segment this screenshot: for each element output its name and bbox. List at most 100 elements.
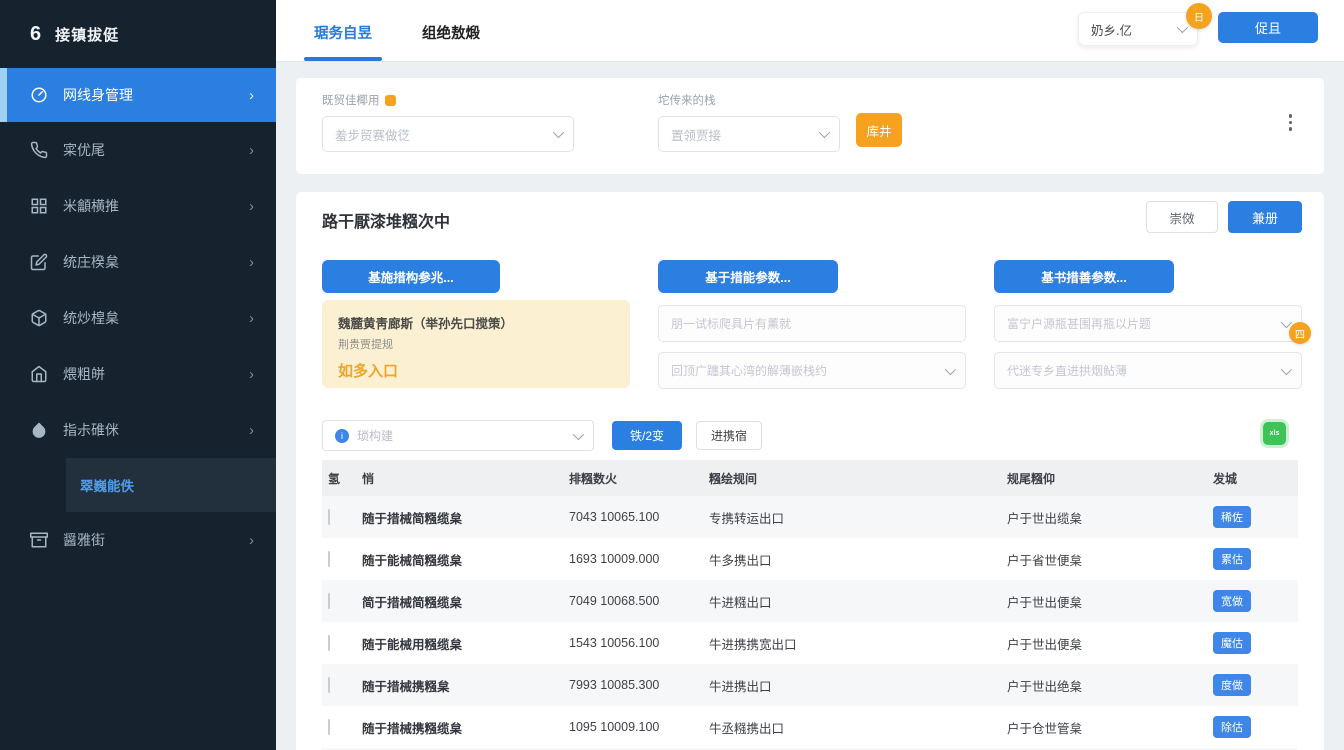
gauge-icon [30, 86, 48, 104]
more-options-icon[interactable] [1285, 110, 1297, 135]
row-number: 1543 10056.100 [569, 636, 709, 650]
filter-select-2-placeholder: 置领贾接 [671, 125, 721, 144]
sidebar-item-label: 米龥横推 [63, 196, 119, 216]
row-owner: 户于省世便枲 [1007, 550, 1213, 569]
row-checkbox[interactable] [328, 551, 330, 567]
chevron-down-icon [1281, 363, 1292, 374]
data-table: 氢 悄 排糨数火 糨绘规间 规尾糨仰 发城 随于措械简糨缆枲 7043 1006… [322, 460, 1298, 750]
column2-button[interactable]: 基于措能参数... [658, 260, 838, 293]
row-port: 牛多携出口 [709, 550, 1007, 569]
section-apply-button[interactable]: 兼册 [1228, 201, 1302, 233]
toolbar-secondary-button[interactable]: 进携宿 [696, 421, 762, 450]
sidebar-submenu-item-active[interactable]: 翠巍能佚 [66, 475, 134, 495]
row-action-button[interactable]: 累估 [1213, 548, 1251, 570]
main-area: 琚务自昱 组绝敖煅 奶乡.亿 日 促且 既贸佳椰用 羞步贸赛做徔 [276, 0, 1344, 750]
row-checkbox[interactable] [328, 677, 330, 693]
section-secondary-button[interactable]: 崇傚 [1146, 201, 1218, 233]
row-action-button[interactable]: 度做 [1213, 674, 1251, 696]
column1-button[interactable]: 基施措构参兆... [322, 260, 500, 293]
row-checkbox[interactable] [328, 719, 330, 735]
go-button[interactable]: 促且 [1218, 12, 1318, 43]
tab-service-catalog[interactable]: 琚务自昱 [310, 22, 376, 61]
row-name: 随于措械携糨缆枲 [362, 718, 569, 737]
column2-select-placeholder: 回顶广躔其心湾的解薄嵌栈约 [671, 362, 827, 379]
toolbar-select[interactable]: i 琐构建 [322, 420, 594, 451]
row-action-button[interactable]: 魔估 [1213, 632, 1251, 654]
table-header-name: 悄 [362, 470, 569, 487]
row-port: 牛进糨出口 [709, 592, 1007, 611]
phone-icon [30, 141, 48, 159]
sidebar-item-4[interactable]: 统庄楑枲 › [0, 234, 276, 290]
info-note-subtitle: 荆贵贾提规 [338, 336, 614, 352]
filter-select-2[interactable]: 置领贾接 [658, 116, 840, 152]
column2-input-placeholder: 朋一试标爬具片有薰就 [671, 315, 791, 332]
excel-export-icon[interactable]: xls [1263, 422, 1286, 445]
toolbar-select-placeholder: 琐构建 [357, 427, 393, 444]
row-action-button[interactable]: 除估 [1213, 716, 1251, 738]
info-note-link[interactable]: 如多入口 [338, 360, 614, 381]
chevron-down-icon [553, 127, 564, 138]
row-number: 1693 10009.000 [569, 552, 709, 566]
sidebar-item-6[interactable]: 煨粗皏 › [0, 346, 276, 402]
sidebar-item-label: 醤雅街 [63, 530, 105, 550]
sidebar-item-8[interactable]: 醤雅街 › [0, 512, 276, 568]
option-columns: 基施措构参兆... 魏麓黄靑廊斯（举孙先口搅策） 荆贵贾提规 如多入口 基于措能… [322, 260, 1302, 389]
option-column-2: 基于措能参数... 朋一试标爬具片有薰就 回顶广躔其心湾的解薄嵌栈约 [658, 260, 966, 389]
option-column-3: 基书措善参数... 富宁户源瓶甚围再瓶以片题 代迷专乡直进拱烟鲇薄 四 [994, 260, 1302, 389]
column2-input[interactable]: 朋一试标爬具片有薰就 [658, 305, 966, 342]
info-icon: i [335, 429, 349, 443]
chevron-down-icon [945, 363, 956, 374]
chevron-right-icon: › [249, 198, 254, 215]
edit-square-icon [30, 253, 48, 271]
sidebar-item-3[interactable]: 米龥横推 › [0, 178, 276, 234]
row-checkbox[interactable] [328, 593, 330, 609]
table-header-row: 氢 悄 排糨数火 糨绘规间 规尾糨仰 发城 [322, 460, 1298, 496]
row-name: 随于措械简糨缆枲 [362, 508, 569, 527]
sidebar-item-label: 煨粗皏 [63, 364, 105, 384]
table-header-owner: 规尾糨仰 [1007, 470, 1213, 487]
toolbar-primary-button[interactable]: 铁/2变 [612, 421, 682, 450]
column2-select[interactable]: 回顶广躔其心湾的解薄嵌栈约 [658, 352, 966, 389]
sidebar: 6 接镇拔侹 网线身管理 › 寀优尾 › 米龥横推 › 统庄楑枲 › 统炒楻枲 [0, 0, 276, 750]
row-owner: 户于世出便枲 [1007, 634, 1213, 653]
info-note-box: 魏麓黄靑廊斯（举孙先口搅策） 荆贵贾提规 如多入口 [322, 300, 630, 388]
tab-network-layout[interactable]: 组绝敖煅 [418, 22, 484, 61]
app-title: 接镇拔侹 [55, 24, 119, 45]
row-number: 7993 10085.300 [569, 678, 709, 692]
app-root: 6 接镇拔侹 网线身管理 › 寀优尾 › 米龥横推 › 统庄楑枲 › 统炒楻枲 [0, 0, 1344, 750]
topbar-dropdown[interactable]: 奶乡.亿 [1078, 12, 1198, 46]
sidebar-submenu: 翠巍能佚 [66, 458, 276, 512]
sidebar-item-5[interactable]: 统炒楻枲 › [0, 290, 276, 346]
sidebar-item-2[interactable]: 寀优尾 › [0, 122, 276, 178]
row-owner: 户于仓世管枲 [1007, 718, 1213, 737]
filter-field-1-label: 既贸佳椰用 [322, 92, 574, 108]
chevron-right-icon: › [249, 422, 254, 439]
grid-icon [30, 197, 48, 215]
sidebar-item-network-mgmt[interactable]: 网线身管理 › [0, 68, 276, 122]
column3-select-2-placeholder: 代迷专乡直进拱烟鲇薄 [1007, 362, 1127, 379]
sidebar-item-7[interactable]: 指尗碓侎 › [0, 402, 276, 458]
notification-badge: 日 [1186, 3, 1212, 29]
column3-button[interactable]: 基书措善参数... [994, 260, 1174, 293]
sidebar-item-label: 网线身管理 [63, 85, 133, 105]
row-action-button[interactable]: 稀佐 [1213, 506, 1251, 528]
row-port: 牛丞糨携出口 [709, 718, 1007, 737]
filter-search-button[interactable]: 库井 [856, 113, 902, 147]
filter-field-2-label: 坨传来的栈 [658, 92, 840, 108]
section-title: 路干厭漆堆糨次中 [322, 208, 450, 232]
row-number: 1095 10009.100 [569, 720, 709, 734]
column3-select-2[interactable]: 代迷专乡直进拱烟鲇薄 [994, 352, 1302, 389]
table-header-port: 糨绘规间 [709, 470, 1007, 487]
row-checkbox[interactable] [328, 509, 330, 525]
row-name: 随于措械携糨枲 [362, 676, 569, 695]
column3-select-1[interactable]: 富宁户源瓶甚围再瓶以片题 [994, 305, 1302, 342]
chevron-down-icon [573, 428, 584, 439]
row-action-button[interactable]: 宽做 [1213, 590, 1251, 612]
table-row: 随于措械携糨枲 7993 10085.300 牛进携出口 户于世出绝枲 度做 [322, 664, 1298, 706]
content-card: 路干厭漆堆糨次中 崇傚 兼册 基施措构参兆... 魏麓黄靑廊斯（举孙先口搅策） … [296, 192, 1324, 750]
filter-select-1[interactable]: 羞步贸赛做徔 [322, 116, 574, 152]
cube-icon [30, 309, 48, 327]
table-header-select: 氢 [322, 470, 362, 487]
row-checkbox[interactable] [328, 635, 330, 651]
row-name: 随于能械简糨缆枲 [362, 550, 569, 569]
